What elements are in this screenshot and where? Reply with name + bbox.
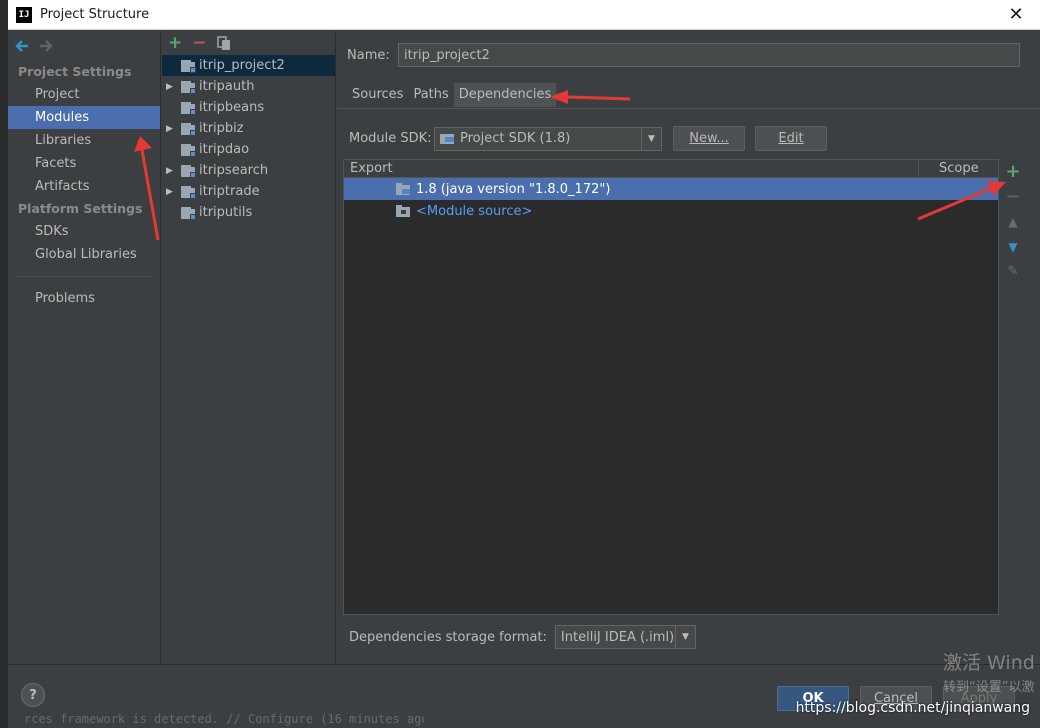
forward-arrow-icon[interactable] bbox=[39, 39, 53, 53]
sidebar-item-libraries[interactable]: Libraries bbox=[8, 129, 160, 152]
section-platform-settings: Platform Settings bbox=[18, 201, 143, 216]
add-dependency-icon[interactable]: + bbox=[1005, 159, 1020, 184]
module-tabs: Sources Paths Dependencies bbox=[347, 83, 557, 107]
sidebar-item-modules[interactable]: Modules bbox=[8, 106, 160, 129]
background-status-text: rces framework is detected. // Configure… bbox=[24, 712, 424, 726]
chevron-down-icon: ▼ bbox=[641, 127, 661, 150]
expand-arrow-icon[interactable]: ▶ bbox=[166, 166, 180, 176]
new-sdk-button[interactable]: New... bbox=[673, 126, 745, 151]
name-label: Name: bbox=[347, 47, 390, 63]
tab-sources[interactable]: Sources bbox=[347, 83, 408, 107]
help-icon[interactable]: ? bbox=[21, 683, 45, 707]
module-item[interactable]: itripdao bbox=[162, 139, 335, 160]
window-titlebar: IJ Project Structure ✕ bbox=[8, 0, 1040, 30]
sidebar-item-global-libraries[interactable]: Global Libraries bbox=[8, 243, 160, 266]
blog-watermark: https://blog.csdn.net/jinqianwang bbox=[795, 700, 1030, 716]
module-folder-icon bbox=[180, 206, 196, 220]
chevron-down-icon: ▼ bbox=[674, 626, 695, 648]
module-folder-icon bbox=[180, 143, 196, 157]
module-folder-icon bbox=[180, 80, 196, 94]
module-tree: + − itrip_project2 ▶ itripauth itripbeans ▶ i… bbox=[162, 31, 336, 664]
sdk-row: Module SDK: Project SDK (1.8) ▼ New... E… bbox=[349, 126, 827, 151]
module-label: itripauth bbox=[199, 79, 255, 94]
sidebar-item-artifacts[interactable]: Artifacts bbox=[8, 175, 160, 198]
sidebar-item-problems[interactable]: Problems bbox=[8, 287, 160, 310]
format-value: IntelliJ IDEA (.iml) bbox=[560, 629, 675, 645]
move-up-icon[interactable]: ▲ bbox=[1008, 209, 1017, 234]
module-item[interactable]: itriputils bbox=[162, 202, 335, 223]
nav-arrows bbox=[8, 31, 160, 61]
close-icon[interactable]: ✕ bbox=[1006, 5, 1026, 25]
dependencies-table: Export Scope 1.8 (java version "1.8.0_17… bbox=[343, 159, 999, 615]
sidebar-divider bbox=[16, 276, 152, 277]
module-label: itripbeans bbox=[199, 100, 265, 115]
sidebar-item-project[interactable]: Project bbox=[8, 83, 160, 106]
expand-arrow-icon[interactable]: ▶ bbox=[166, 82, 180, 92]
module-details: Name: Sources Paths Dependencies Module … bbox=[337, 31, 1040, 664]
header-scope[interactable]: Scope bbox=[919, 160, 979, 177]
module-label: itrip_project2 bbox=[199, 58, 285, 73]
module-name-input[interactable] bbox=[398, 43, 1020, 67]
intellij-icon: IJ bbox=[16, 6, 32, 23]
dependency-label: <Module source> bbox=[416, 203, 533, 219]
table-header: Export Scope bbox=[344, 160, 998, 178]
tabs-divider bbox=[337, 108, 1040, 109]
edit-dependency-icon[interactable]: ✎ bbox=[1008, 259, 1019, 284]
dependency-label: 1.8 (java version "1.8.0_172") bbox=[416, 181, 611, 197]
sdk-select[interactable]: Project SDK (1.8) ▼ bbox=[434, 126, 662, 151]
activate-settings-watermark: 转到“设置”以激 bbox=[943, 680, 1035, 695]
module-item[interactable]: itrip_project2 bbox=[162, 55, 335, 76]
jdk-folder-icon bbox=[396, 183, 412, 195]
table-row[interactable]: <Module source> bbox=[344, 200, 998, 222]
remove-dependency-icon[interactable]: − bbox=[1005, 184, 1020, 209]
sidebar-item-facets[interactable]: Facets bbox=[8, 152, 160, 175]
module-folder-icon bbox=[180, 101, 196, 115]
back-arrow-icon[interactable] bbox=[15, 39, 29, 53]
expand-arrow-icon[interactable]: ▶ bbox=[166, 187, 180, 197]
sdk-folder-icon bbox=[440, 132, 456, 145]
copy-module-icon[interactable] bbox=[216, 35, 231, 51]
tree-toolbar: + − bbox=[162, 31, 335, 55]
module-folder-icon bbox=[180, 185, 196, 199]
module-list: itrip_project2 ▶ itripauth itripbeans ▶ itrip… bbox=[162, 55, 335, 223]
activate-windows-watermark: 激活 Wind bbox=[943, 652, 1035, 674]
sdk-value: Project SDK (1.8) bbox=[460, 131, 571, 146]
remove-module-icon[interactable]: − bbox=[192, 34, 206, 52]
sdk-label: Module SDK: bbox=[349, 131, 432, 146]
edit-sdk-button[interactable]: Edit bbox=[755, 126, 827, 151]
module-folder-icon bbox=[180, 59, 196, 73]
module-label: itripdao bbox=[199, 142, 250, 157]
tab-dependencies[interactable]: Dependencies bbox=[453, 83, 557, 107]
format-label: Dependencies storage format: bbox=[349, 629, 547, 645]
move-down-icon[interactable]: ▼ bbox=[1008, 234, 1017, 259]
sidebar-item-sdks[interactable]: SDKs bbox=[8, 220, 160, 243]
tab-paths[interactable]: Paths bbox=[408, 83, 453, 107]
dependency-toolbar: + − ▲ ▼ ✎ bbox=[1001, 159, 1025, 284]
module-item[interactable]: ▶ itripauth bbox=[162, 76, 335, 97]
module-label: itriputils bbox=[199, 205, 253, 220]
format-select[interactable]: IntelliJ IDEA (.iml) ▼ bbox=[554, 625, 696, 649]
format-row: Dependencies storage format: IntelliJ ID… bbox=[349, 625, 696, 649]
new-sdk-label: New... bbox=[689, 131, 729, 146]
module-label: itripbiz bbox=[199, 121, 244, 136]
module-item[interactable]: ▶ itripbiz bbox=[162, 118, 335, 139]
name-row: Name: bbox=[347, 43, 1020, 67]
module-item[interactable]: ▶ itriptrade bbox=[162, 181, 335, 202]
module-item[interactable]: ▶ itripsearch bbox=[162, 160, 335, 181]
module-label: itripsearch bbox=[199, 163, 269, 178]
module-folder-icon bbox=[180, 122, 196, 136]
section-project-settings: Project Settings bbox=[18, 64, 132, 79]
module-label: itriptrade bbox=[199, 184, 260, 199]
window-title: Project Structure bbox=[40, 7, 150, 22]
edit-sdk-label: Edit bbox=[778, 131, 804, 146]
table-row[interactable]: 1.8 (java version "1.8.0_172") bbox=[344, 178, 998, 200]
background-editor bbox=[0, 0, 8, 728]
module-item[interactable]: itripbeans bbox=[162, 97, 335, 118]
expand-arrow-icon[interactable]: ▶ bbox=[166, 124, 180, 134]
header-export[interactable]: Export bbox=[344, 160, 919, 177]
module-folder-icon bbox=[180, 164, 196, 178]
settings-sidebar: Project Settings Project Modules Librari… bbox=[8, 31, 161, 664]
add-module-icon[interactable]: + bbox=[168, 34, 182, 52]
module-source-folder-icon bbox=[396, 205, 412, 217]
